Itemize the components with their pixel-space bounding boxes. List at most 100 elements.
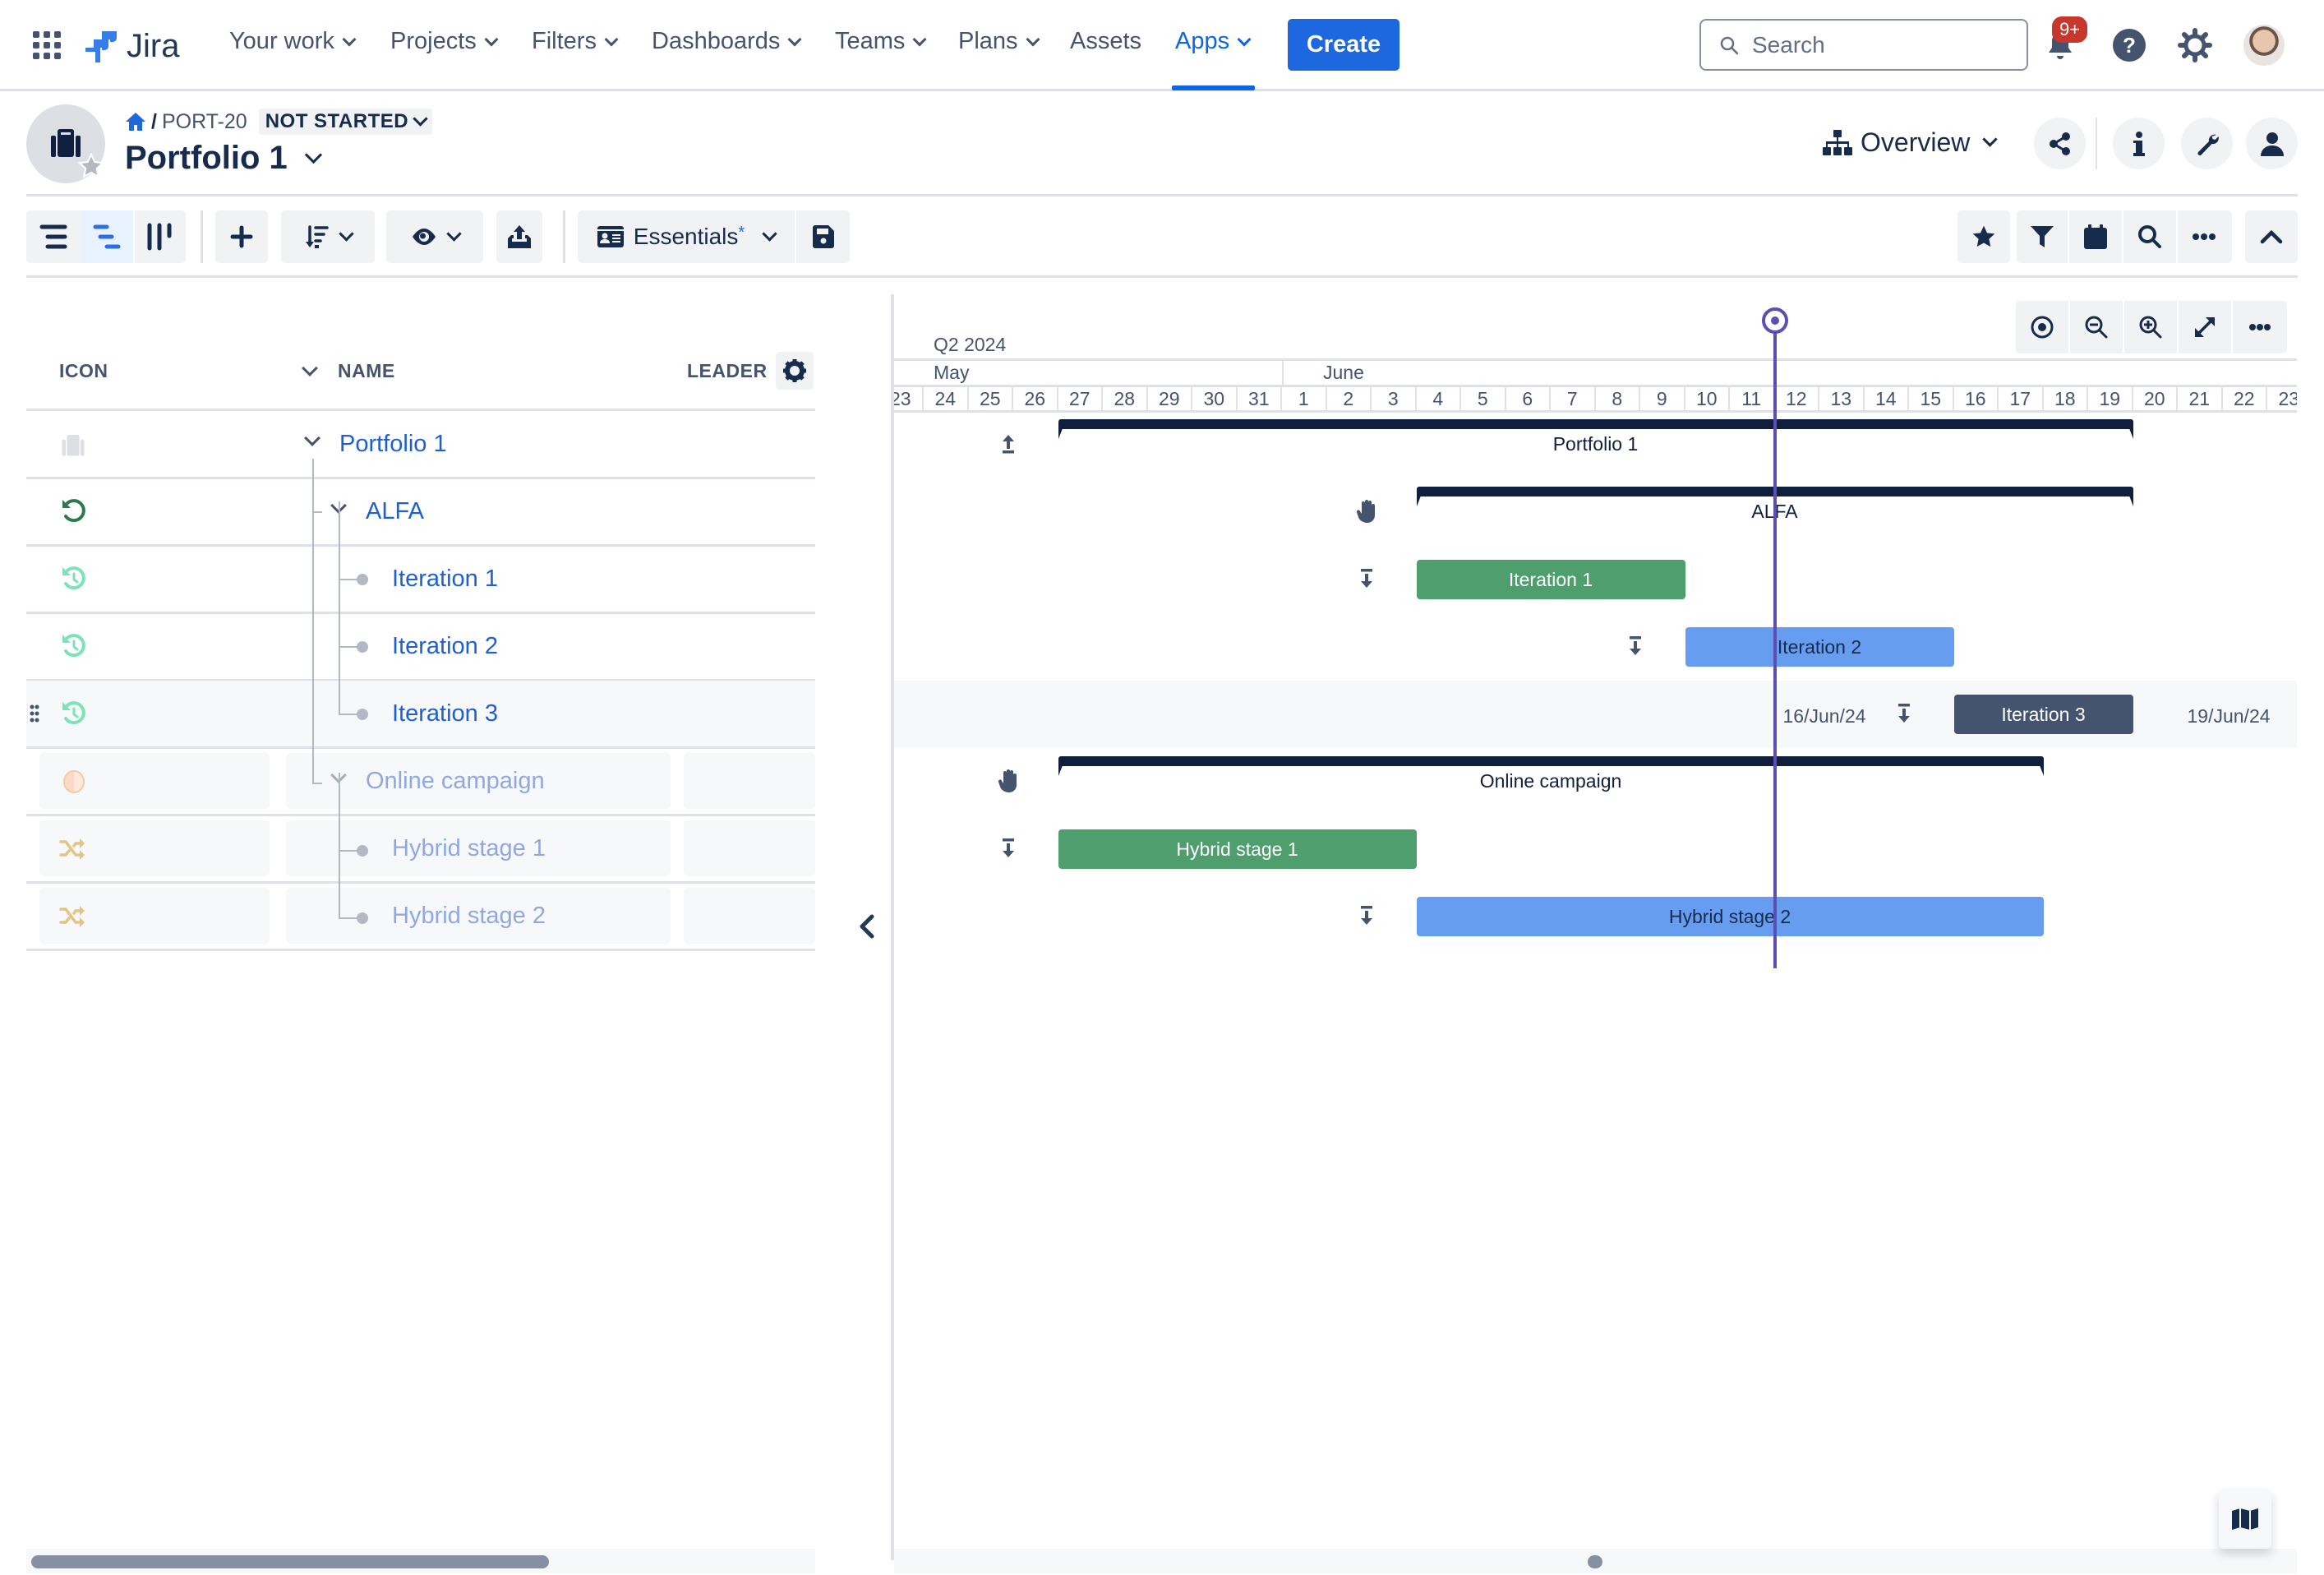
zoom-out-button[interactable] bbox=[2070, 301, 2124, 353]
user-profile-button[interactable] bbox=[2246, 118, 2298, 169]
filter-button[interactable] bbox=[2017, 210, 2069, 263]
zoom-in-button[interactable] bbox=[2124, 301, 2179, 353]
drag-handle-icon[interactable] bbox=[30, 704, 39, 723]
board-view-button[interactable] bbox=[135, 210, 186, 263]
row-name-link[interactable]: Iteration 2 bbox=[392, 633, 498, 660]
settings-button[interactable] bbox=[2178, 28, 2212, 67]
gantt-bar[interactable]: Hybrid stage 2 bbox=[1416, 897, 2044, 936]
jira-logo[interactable]: Jira bbox=[84, 28, 179, 65]
gantt-bar[interactable]: Iteration 3 bbox=[1953, 695, 2133, 734]
download-arrow-icon[interactable] bbox=[1623, 634, 1648, 658]
create-button[interactable]: Create bbox=[1288, 19, 1399, 71]
visibility-dropdown[interactable] bbox=[386, 210, 483, 263]
table-horizontal-scrollbar[interactable] bbox=[26, 1549, 815, 1573]
timeline-more-button[interactable] bbox=[2233, 301, 2287, 353]
info-button[interactable] bbox=[2113, 118, 2165, 169]
download-arrow-icon[interactable] bbox=[1354, 566, 1379, 591]
collapse-table-button[interactable] bbox=[855, 912, 879, 940]
scrollbar-thumb[interactable] bbox=[1588, 1555, 1602, 1568]
column-header-leader[interactable]: LEADER bbox=[687, 360, 768, 382]
list-view-button[interactable] bbox=[26, 210, 81, 263]
download-arrow-icon[interactable] bbox=[1354, 903, 1379, 928]
nav-teams[interactable]: Teams bbox=[835, 28, 927, 55]
gantt-bar[interactable]: Iteration 2 bbox=[1685, 627, 1954, 667]
more-options-button[interactable] bbox=[2178, 210, 2230, 263]
scrollbar-thumb[interactable] bbox=[31, 1555, 549, 1568]
today-marker-icon[interactable] bbox=[1761, 307, 1788, 334]
table-row[interactable]: Portfolio 1 bbox=[26, 411, 815, 478]
project-avatar[interactable] bbox=[26, 104, 105, 183]
status-dropdown[interactable]: NOT STARTED bbox=[258, 109, 433, 135]
row-name-link[interactable]: Portfolio 1 bbox=[339, 431, 447, 458]
bar-label: Iteration 2 bbox=[1777, 635, 1862, 658]
table-row[interactable]: ALFA bbox=[26, 478, 815, 546]
page-title[interactable]: Portfolio 1 bbox=[125, 140, 322, 177]
nav-plans[interactable]: Plans bbox=[958, 28, 1040, 55]
fit-to-screen-button[interactable] bbox=[2179, 301, 2233, 353]
month-row-divider bbox=[894, 358, 2297, 361]
app-switcher-icon[interactable] bbox=[33, 31, 61, 63]
nav-apps[interactable]: Apps bbox=[1175, 28, 1252, 55]
download-arrow-icon[interactable] bbox=[996, 836, 1021, 861]
row-name-link[interactable]: Hybrid stage 2 bbox=[392, 903, 546, 930]
start-date-label: 16/Jun/24 bbox=[1782, 705, 1866, 727]
gantt-horizontal-scrollbar[interactable] bbox=[894, 1549, 2297, 1573]
issue-key-link[interactable]: PORT-20 bbox=[162, 110, 247, 134]
nav-projects[interactable]: Projects bbox=[390, 28, 499, 55]
go-to-today-button[interactable] bbox=[2016, 301, 2070, 353]
column-header-icon[interactable]: ICON bbox=[59, 360, 108, 382]
table-row[interactable]: Hybrid stage 2 bbox=[26, 883, 815, 950]
expand-chevron-icon[interactable] bbox=[304, 430, 320, 446]
home-icon[interactable] bbox=[125, 112, 146, 132]
toolbar-separator bbox=[563, 210, 565, 263]
day-column-label: 1 bbox=[1282, 387, 1327, 410]
download-arrow-icon[interactable] bbox=[1892, 701, 1916, 726]
table-row[interactable]: Online campaign bbox=[26, 748, 815, 815]
sort-dropdown[interactable] bbox=[281, 210, 375, 263]
share-button[interactable] bbox=[2034, 118, 2086, 169]
search-timeline-button[interactable] bbox=[2123, 210, 2178, 263]
save-preset-button[interactable] bbox=[796, 210, 850, 263]
nav-assets[interactable]: Assets bbox=[1070, 28, 1141, 55]
gantt-bar[interactable]: Iteration 1 bbox=[1416, 560, 1685, 599]
table-row[interactable]: Iteration 3 bbox=[26, 681, 815, 748]
nav-filters[interactable]: Filters bbox=[532, 28, 619, 55]
column-header-name[interactable]: NAME bbox=[338, 360, 395, 382]
map-icon bbox=[2232, 1508, 2258, 1530]
collapse-all-chevron-icon[interactable] bbox=[302, 360, 318, 376]
row-name-link[interactable]: Iteration 3 bbox=[392, 700, 498, 727]
add-button[interactable] bbox=[215, 210, 268, 263]
gantt-view-button[interactable] bbox=[81, 210, 133, 263]
row-name-link[interactable]: Online campaign bbox=[366, 768, 545, 795]
minimap-button[interactable] bbox=[2219, 1490, 2271, 1549]
collapse-header-button[interactable] bbox=[2245, 210, 2298, 263]
summary-bracket[interactable] bbox=[1058, 419, 2133, 439]
hand-icon[interactable] bbox=[996, 769, 1021, 793]
nav-dashboards[interactable]: Dashboards bbox=[652, 28, 802, 55]
view-selector-dropdown[interactable]: Overview bbox=[1823, 127, 1999, 158]
gantt-bar[interactable]: Hybrid stage 1 bbox=[1058, 829, 1417, 869]
tools-button[interactable] bbox=[2181, 118, 2233, 169]
day-column-label: 30 bbox=[1192, 387, 1238, 410]
nav-your-work[interactable]: Your work bbox=[229, 28, 357, 55]
column-settings-button[interactable] bbox=[776, 352, 814, 390]
table-row[interactable]: Iteration 2 bbox=[26, 613, 815, 681]
export-button[interactable] bbox=[496, 210, 542, 263]
zoom-out-icon bbox=[2085, 316, 2108, 339]
row-name-link[interactable]: ALFA bbox=[366, 498, 424, 525]
upload-arrow-icon[interactable] bbox=[996, 432, 1021, 456]
search-input[interactable]: Search bbox=[1699, 19, 2028, 71]
calendar-button[interactable] bbox=[2069, 210, 2123, 263]
star-icon[interactable] bbox=[77, 152, 105, 180]
table-row[interactable]: Iteration 1 bbox=[26, 546, 815, 613]
user-avatar[interactable] bbox=[2243, 25, 2285, 66]
row-name-link[interactable]: Hybrid stage 1 bbox=[392, 835, 546, 862]
favorite-button[interactable] bbox=[1957, 210, 2010, 263]
help-button[interactable]: ? bbox=[2112, 28, 2146, 67]
table-row[interactable]: Hybrid stage 1 bbox=[26, 815, 815, 883]
chevron-down-icon bbox=[912, 32, 927, 46]
hand-icon[interactable] bbox=[1354, 499, 1379, 524]
summary-bracket[interactable] bbox=[1058, 756, 2044, 776]
preset-dropdown[interactable]: Essentials * bbox=[578, 210, 795, 263]
row-name-link[interactable]: Iteration 1 bbox=[392, 566, 498, 593]
